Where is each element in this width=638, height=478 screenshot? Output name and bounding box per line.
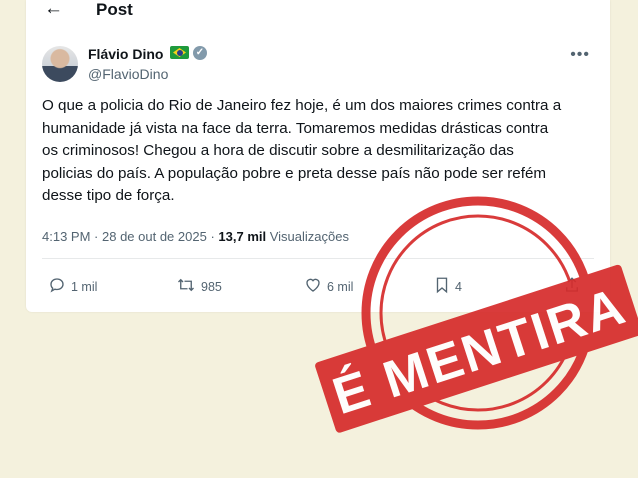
divider [42,258,594,259]
post-text: O que a policia do Rio de Janeiro fez ho… [42,97,562,204]
share-button[interactable] [564,276,585,298]
reply-count: 1 mil [71,280,98,294]
repost-icon [176,276,196,298]
post-time[interactable]: 4:13 PM [42,229,90,244]
repost-button[interactable]: 985 [176,276,222,298]
more-icon[interactable]: ••• [570,46,590,64]
like-icon [304,276,322,298]
back-arrow-icon[interactable]: ← [44,0,63,18]
repost-count: 985 [201,280,222,294]
views-label: Visualizações [269,229,349,244]
flag-brazil-icon [170,46,189,59]
bookmark-count: 4 [455,280,462,294]
like-count: 6 mil [327,280,354,294]
top-bar: ← Post [26,0,610,28]
post-date[interactable]: 28 de out de 2025 [102,229,207,244]
post-meta: 4:13 PM · 28 de out de 2025 · 13,7 mil V… [42,229,349,244]
share-icon [564,276,580,298]
reply-button[interactable]: 1 mil [48,276,97,298]
author-name[interactable]: Flávio Dino [88,46,163,62]
reply-icon [48,276,66,298]
verified-icon: ✓ [193,46,207,60]
bookmark-button[interactable]: 4 [434,276,462,298]
like-button[interactable]: 6 mil [304,276,353,298]
views-count: 13,7 mil [218,229,267,244]
bookmark-icon [434,276,450,298]
page-title: Post [96,0,133,19]
action-bar: 1 mil 985 6 mil 4 [26,276,610,298]
author-handle[interactable]: @FlavioDino [88,66,168,82]
post-card: ← Post Flávio Dino ✓ @FlavioDino ••• O q… [26,0,610,312]
avatar[interactable] [42,46,78,82]
